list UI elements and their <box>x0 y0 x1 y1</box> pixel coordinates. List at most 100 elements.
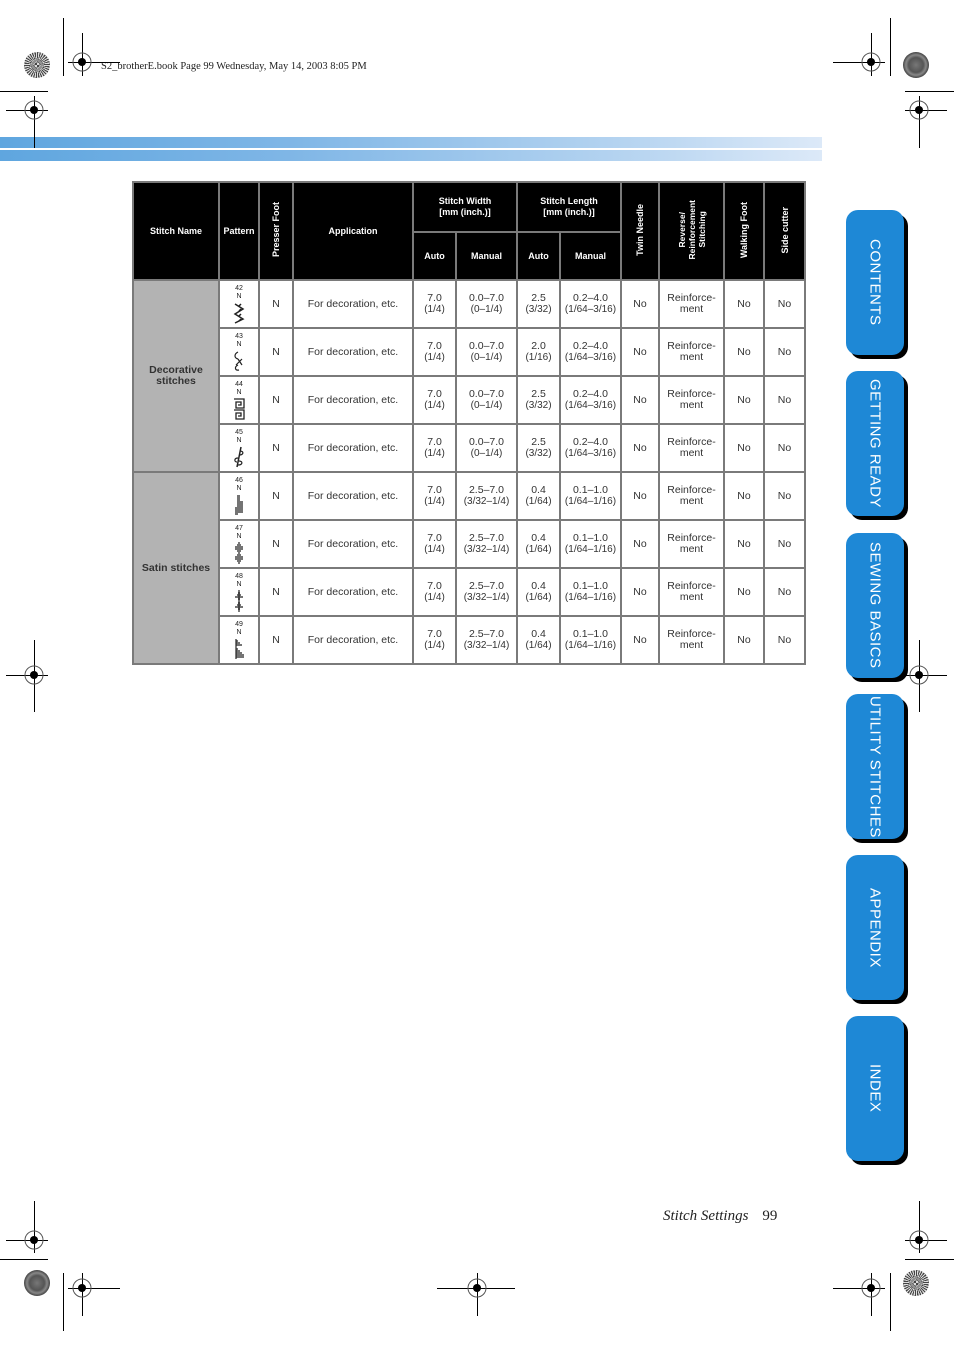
twin-needle-cell: No <box>620 615 660 665</box>
registration-disc-icon <box>903 52 929 78</box>
length-auto-mm: 2.5 <box>531 292 546 304</box>
length-manual-inch: (1/64–3/16) <box>564 304 617 315</box>
registration-disc-icon <box>24 1270 50 1296</box>
width-auto-cell: 7.0 (1/4) <box>412 375 457 425</box>
pattern-number: 47 <box>235 524 243 532</box>
stitch-pattern: 46 N <box>220 477 258 516</box>
width-manual-cell: 0.0–7.0 (0–1/4) <box>455 279 518 329</box>
pattern-number: 43 <box>235 332 243 340</box>
col-header-stitch-width: Stitch Width [mm (inch.)] <box>412 181 518 233</box>
side-tab-index[interactable]: INDEX <box>846 1016 904 1161</box>
application-cell: For decoration, etc. <box>292 615 414 665</box>
length-auto-inch: (3/32) <box>525 400 552 411</box>
length-manual-cell: 0.2–4.0 (1/64–3/16) <box>559 279 622 329</box>
length-manual-mm: 0.2–4.0 <box>572 436 609 448</box>
width-manual-cell: 2.5–7.0 (3/32–1/4) <box>455 615 518 665</box>
width-manual-inch: (0–1/4) <box>470 304 503 315</box>
width-auto-mm: 7.0 <box>427 532 442 544</box>
presser-foot-cell: N <box>258 327 294 377</box>
length-manual-mm: 0.2–4.0 <box>572 388 609 400</box>
header-band-bottom <box>0 150 822 161</box>
length-manual-inch: (1/64–3/16) <box>564 352 617 363</box>
side-tab-contents[interactable]: CONTENTS <box>846 210 904 355</box>
side-tab-sewing-basics[interactable]: SEWING BASICS <box>846 533 904 678</box>
length-auto-inch: (3/32) <box>525 448 552 459</box>
col-header-stitch-name: Stitch Name <box>132 181 220 281</box>
length-auto-mm: 0.4 <box>531 628 546 640</box>
twin-needle-cell: No <box>620 423 660 473</box>
pattern-cell: 45 N <box>218 423 260 473</box>
pattern-cell: 42 N <box>218 279 260 329</box>
width-manual-cell: 0.0–7.0 (0–1/4) <box>455 375 518 425</box>
pattern-cell: 44 N <box>218 375 260 425</box>
side-tab-appendix[interactable]: APPENDIX <box>846 855 904 1000</box>
twin-needle-cell: No <box>620 279 660 329</box>
width-manual-cell: 2.5–7.0 (3/32–1/4) <box>455 519 518 569</box>
pattern-number: 48 <box>235 572 243 580</box>
length-manual-cell: 0.2–4.0 (1/64–3/16) <box>559 375 622 425</box>
step-satin-stitch-icon <box>233 493 245 516</box>
presser-foot-cell: N <box>258 279 294 329</box>
reverse-cell: Reinforce- ment <box>658 615 725 665</box>
stitch-group-name: Decorative stitches <box>132 279 220 473</box>
length-auto-cell: 2.5 (3/32) <box>516 423 561 473</box>
width-auto-cell: 7.0 (1/4) <box>412 615 457 665</box>
width-auto-cell: 7.0 (1/4) <box>412 279 457 329</box>
oval-satin-stitch-icon <box>233 541 245 564</box>
table-row: 43 N N For decoration, etc. 7.0 (1/4) 0.0–7.… <box>133 327 806 377</box>
col-header-side-cutter: Side cutter <box>763 181 806 281</box>
width-manual-mm: 0.0–7.0 <box>468 436 505 448</box>
length-manual-inch: (1/64–1/16) <box>564 640 617 651</box>
length-manual-mm: 0.2–4.0 <box>572 292 609 304</box>
reverse-cell: Reinforce- ment <box>658 423 725 473</box>
header-band-top <box>0 137 822 148</box>
col-header-length-auto: Auto <box>516 231 561 281</box>
col-header-length-manual: Manual <box>559 231 622 281</box>
side-cutter-cell: No <box>763 567 806 617</box>
walking-foot-cell: No <box>723 375 765 425</box>
length-manual-cell: 0.2–4.0 (1/64–3/16) <box>559 327 622 377</box>
col-header-width-manual: Manual <box>455 231 518 281</box>
width-auto-mm: 7.0 <box>427 580 442 592</box>
table-row: 47 N N For decoration, etc. 7.0 (1/4) 2.5–7.… <box>133 519 806 569</box>
width-manual-inch: (3/32–1/4) <box>463 544 510 555</box>
width-manual-mm: 2.5–7.0 <box>468 580 505 592</box>
side-tab-utility-stitches[interactable]: UTILITY STITCHES <box>846 694 904 839</box>
col-header-width-auto: Auto <box>412 231 457 281</box>
width-auto-inch: (1/4) <box>424 640 445 651</box>
reverse-cell: Reinforce- ment <box>658 471 725 521</box>
length-manual-inch: (1/64–3/16) <box>564 400 617 411</box>
width-manual-mm: 0.0–7.0 <box>468 340 505 352</box>
width-auto-mm: 7.0 <box>427 340 442 352</box>
length-auto-inch: (1/64) <box>525 496 552 507</box>
length-manual-cell: 0.1–1.0 (1/64–1/16) <box>559 615 622 665</box>
width-manual-cell: 2.5–7.0 (3/32–1/4) <box>455 567 518 617</box>
length-auto-mm: 0.4 <box>531 580 546 592</box>
pattern-number: 42 <box>235 284 243 292</box>
width-auto-mm: 7.0 <box>427 292 442 304</box>
stitch-pattern: 47 N <box>220 525 258 564</box>
side-tab-getting-ready[interactable]: GETTING READY <box>846 371 904 516</box>
walking-foot-cell: No <box>723 471 765 521</box>
table-row: 49 N N For decoration, etc. 7.0 (1/4) 2.5–7.… <box>133 615 806 665</box>
table-row: 48 N N For decoration, etc. 7.0 (1/4) 2.5–7.… <box>133 567 806 617</box>
side-tab-label: CONTENTS <box>866 239 884 326</box>
length-manual-inch: (1/64–1/16) <box>564 496 617 507</box>
stitch-pattern: 45 N <box>220 429 258 468</box>
stitch-pattern: 49 N <box>220 621 258 660</box>
pattern-foot-code: N <box>236 340 242 348</box>
length-manual-cell: 0.1–1.0 (1/64–1/16) <box>559 519 622 569</box>
width-auto-cell: 7.0 (1/4) <box>412 327 457 377</box>
length-auto-mm: 0.4 <box>531 532 546 544</box>
width-auto-inch: (1/4) <box>424 448 445 459</box>
twin-needle-cell: No <box>620 327 660 377</box>
table-row: 44 N N For decoration, etc. 7.0 (1/4) 0.0–7.… <box>133 375 806 425</box>
application-cell: For decoration, etc. <box>292 327 414 377</box>
stitch-pattern: 48 N <box>220 573 258 612</box>
length-manual-cell: 0.1–1.0 (1/64–1/16) <box>559 567 622 617</box>
side-cutter-cell: No <box>763 375 806 425</box>
width-manual-mm: 0.0–7.0 <box>468 292 505 304</box>
length-manual-inch: (1/64–3/16) <box>564 448 617 459</box>
twin-needle-cell: No <box>620 375 660 425</box>
width-manual-inch: (3/32–1/4) <box>463 592 510 603</box>
